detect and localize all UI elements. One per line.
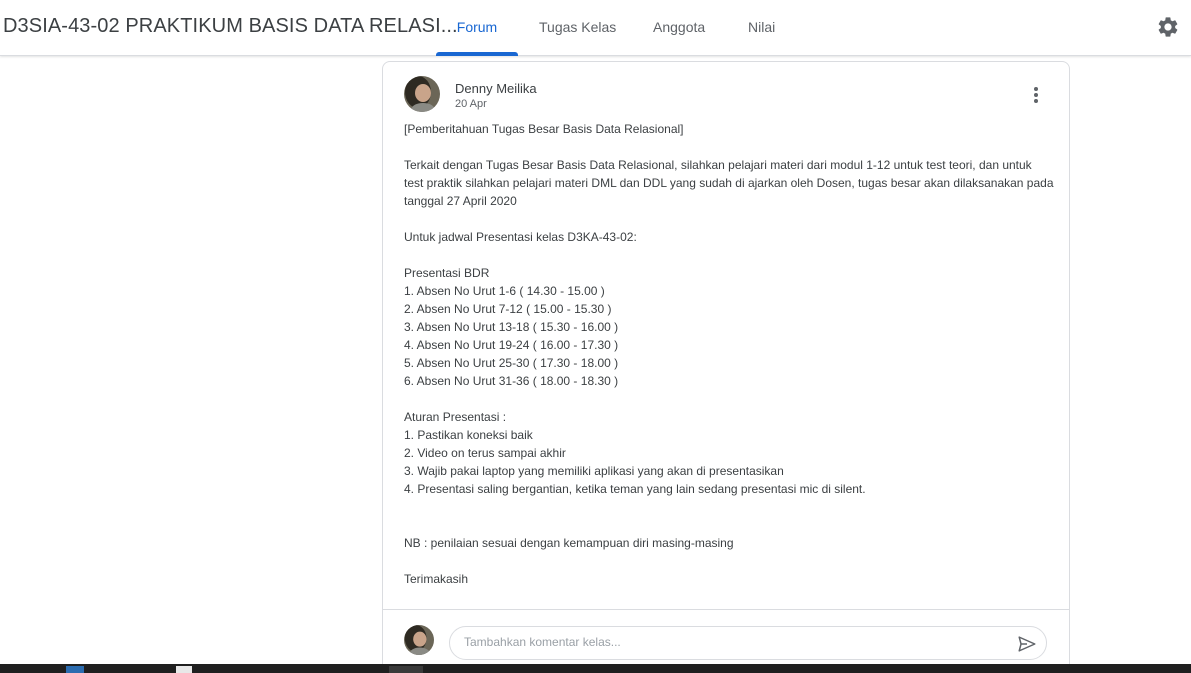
avatar — [404, 625, 434, 655]
top-bar: D3SIA-43-02 PRAKTIKUM BASIS DATA RELASI.… — [0, 0, 1191, 56]
tab-forum[interactable]: Forum — [436, 0, 518, 56]
taskbar-app-icon[interactable] — [389, 666, 423, 673]
comment-input[interactable] — [464, 635, 994, 649]
post-author[interactable]: Denny Meilika — [455, 81, 537, 96]
taskbar-app-icon[interactable] — [176, 666, 192, 673]
divider — [383, 609, 1069, 610]
course-title[interactable]: D3SIA-43-02 PRAKTIKUM BASIS DATA RELASI.… — [3, 15, 458, 38]
post-body: [Pemberitahuan Tugas Besar Basis Data Re… — [404, 122, 1054, 586]
tab-label: Forum — [456, 19, 498, 35]
tab-anggota[interactable]: Anggota — [633, 0, 725, 56]
gear-icon[interactable] — [1156, 15, 1180, 39]
taskbar — [0, 664, 1191, 673]
more-vert-icon[interactable] — [1027, 84, 1045, 106]
tab-tugas-kelas[interactable]: Tugas Kelas — [519, 0, 636, 56]
tab-label: Tugas Kelas — [539, 19, 617, 35]
comment-box — [449, 626, 1047, 660]
avatar[interactable] — [404, 76, 440, 112]
send-icon[interactable] — [1016, 633, 1038, 655]
post-date: 20 Apr — [455, 98, 487, 110]
tab-label: Anggota — [653, 19, 706, 35]
tab-label: Nilai — [748, 19, 776, 35]
tab-nilai[interactable]: Nilai — [728, 0, 795, 56]
taskbar-app-icon[interactable] — [66, 666, 84, 673]
active-tab-indicator — [436, 52, 518, 56]
post-card: Denny Meilika 20 Apr [Pemberitahuan Tuga… — [382, 61, 1070, 673]
